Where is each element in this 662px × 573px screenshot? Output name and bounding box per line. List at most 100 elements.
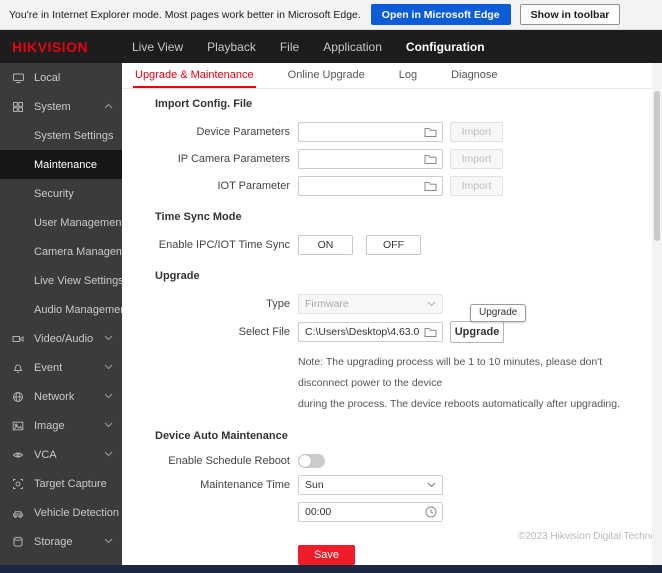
sidebar-item-maintenance[interactable]: Maintenance [0, 150, 122, 179]
bell-icon [12, 362, 26, 374]
hikvision-logo: HIKVISION [12, 39, 130, 55]
open-in-edge-button[interactable]: Open in Microsoft Edge [371, 4, 511, 25]
chevron-down-icon [104, 422, 113, 428]
nav-playback[interactable]: Playback [205, 40, 258, 54]
upgrade-tooltip: Upgrade [470, 304, 526, 322]
tab-online-upgrade[interactable]: Online Upgrade [286, 63, 367, 88]
field-label: Select File [155, 326, 290, 338]
device-parameters-row: Device Parameters Import [155, 122, 652, 142]
taskbar-strip [0, 565, 662, 573]
folder-icon[interactable] [424, 127, 437, 138]
picture-icon [12, 420, 26, 432]
sidebar-item-system[interactable]: System [0, 92, 122, 121]
import-button[interactable]: Import [450, 149, 503, 169]
sidebar-item-user-management[interactable]: User Management [0, 208, 122, 237]
device-parameters-text-field[interactable] [305, 126, 420, 138]
import-button[interactable]: Import [450, 122, 503, 142]
save-button[interactable]: Save [298, 545, 355, 565]
ip-camera-parameters-row: IP Camera Parameters Import [155, 149, 652, 169]
folder-icon[interactable] [424, 327, 437, 338]
vertical-scrollbar[interactable] [652, 63, 662, 565]
folder-icon[interactable] [424, 154, 437, 165]
field-label: Enable Schedule Reboot [155, 455, 290, 467]
iot-parameter-text-field[interactable] [305, 180, 420, 192]
sidebar-item-live-view-settings[interactable]: Live View Settings [0, 266, 122, 295]
ip-camera-parameters-input[interactable] [298, 149, 443, 169]
target-icon [12, 478, 26, 490]
section-title-auto-maintenance: Device Auto Maintenance [155, 430, 652, 442]
sidebar-item-video-audio[interactable]: Video/Audio [0, 324, 122, 353]
upgrade-type-value: Firmware [305, 298, 349, 310]
sidebar-item-local[interactable]: Local [0, 63, 122, 92]
camera-icon [12, 333, 26, 345]
sidebar-item-event[interactable]: Event [0, 353, 122, 382]
maintenance-day-select[interactable]: Sun [298, 475, 443, 495]
sidebar-item-audio-management[interactable]: Audio Management [0, 295, 122, 324]
upgrade-note-line2: during the process. The device reboots a… [298, 394, 652, 415]
upgrade-note-line1: Note: The upgrading process will be 1 to… [298, 352, 652, 394]
sidebar-item-camera-management[interactable]: Camera Management [0, 237, 122, 266]
field-label: Enable IPC/IOT Time Sync [155, 239, 290, 251]
select-file-input[interactable] [298, 322, 443, 342]
select-file-text-field[interactable] [305, 326, 420, 338]
chevron-down-icon [104, 335, 113, 341]
tab-upgrade-maintenance[interactable]: Upgrade & Maintenance [133, 63, 256, 88]
sidebar-item-network[interactable]: Network [0, 382, 122, 411]
field-label: IOT Parameter [155, 180, 290, 192]
iot-parameter-row: IOT Parameter Import [155, 176, 652, 196]
ie-mode-banner: You're in Internet Explorer mode. Most p… [0, 0, 662, 30]
browser-page: You're in Internet Explorer mode. Most p… [0, 0, 662, 573]
sidebar-item-security[interactable]: Security [0, 179, 122, 208]
time-sync-off-button[interactable]: OFF [366, 235, 421, 255]
sidebar-item-target-capture[interactable]: Target Capture [0, 469, 122, 498]
scrollbar-thumb[interactable] [654, 91, 660, 241]
maintenance-day-value: Sun [305, 479, 324, 491]
copyright-text: ©2023 Hikvision Digital Technology Co., … [518, 531, 662, 542]
nav-application[interactable]: Application [321, 40, 384, 54]
time-sync-row: Enable IPC/IOT Time Sync ON OFF [155, 235, 652, 255]
sidebar-item-storage[interactable]: Storage [0, 527, 122, 556]
device-parameters-input[interactable] [298, 122, 443, 142]
main-content: Upgrade & Maintenance Online Upgrade Log… [122, 63, 652, 565]
field-label: IP Camera Parameters [155, 153, 290, 165]
tab-log[interactable]: Log [397, 63, 419, 88]
storage-icon [12, 536, 26, 548]
upgrade-button[interactable]: Upgrade [450, 321, 504, 343]
folder-icon[interactable] [424, 181, 437, 192]
chevron-down-icon [104, 538, 113, 544]
tab-diagnose[interactable]: Diagnose [449, 63, 499, 88]
system-icon [12, 101, 26, 113]
sidebar-item-vehicle-detection[interactable]: Vehicle Detection [0, 498, 122, 527]
config-sidebar: Local System System Settings Maintenance… [0, 63, 122, 565]
import-button[interactable]: Import [450, 176, 503, 196]
section-title-import-config: Import Config. File [155, 98, 652, 110]
chevron-down-icon [104, 393, 113, 399]
clock-icon[interactable] [425, 506, 437, 518]
schedule-reboot-row: Enable Schedule Reboot [155, 454, 652, 468]
upgrade-type-select[interactable]: Firmware [298, 294, 443, 314]
maintenance-time-text-field[interactable] [305, 506, 421, 518]
maintenance-time-input[interactable] [298, 502, 443, 522]
time-sync-on-button[interactable]: ON [298, 235, 353, 255]
sidebar-item-vca[interactable]: VCA [0, 440, 122, 469]
globe-icon [12, 391, 26, 403]
eye-icon [12, 449, 26, 461]
upgrade-maintenance-panel: Import Config. File Device Parameters Im… [122, 89, 652, 565]
schedule-reboot-toggle[interactable] [298, 454, 325, 468]
car-icon [12, 507, 26, 519]
select-file-row: Select File Upgrade Upgrade [155, 321, 652, 343]
sidebar-item-system-settings[interactable]: System Settings [0, 121, 122, 150]
nav-configuration[interactable]: Configuration [404, 40, 487, 54]
main-nav: Live View Playback File Application Conf… [130, 40, 487, 54]
sidebar-item-image[interactable]: Image [0, 411, 122, 440]
section-title-time-sync: Time Sync Mode [155, 211, 652, 223]
field-label: Device Parameters [155, 126, 290, 138]
ie-banner-message: You're in Internet Explorer mode. Most p… [9, 9, 361, 21]
field-label: Type [155, 298, 290, 310]
chevron-up-icon [104, 103, 113, 109]
ip-camera-parameters-text-field[interactable] [305, 153, 420, 165]
nav-file[interactable]: File [278, 40, 301, 54]
nav-live-view[interactable]: Live View [130, 40, 185, 54]
show-in-toolbar-button[interactable]: Show in toolbar [520, 4, 621, 25]
iot-parameter-input[interactable] [298, 176, 443, 196]
